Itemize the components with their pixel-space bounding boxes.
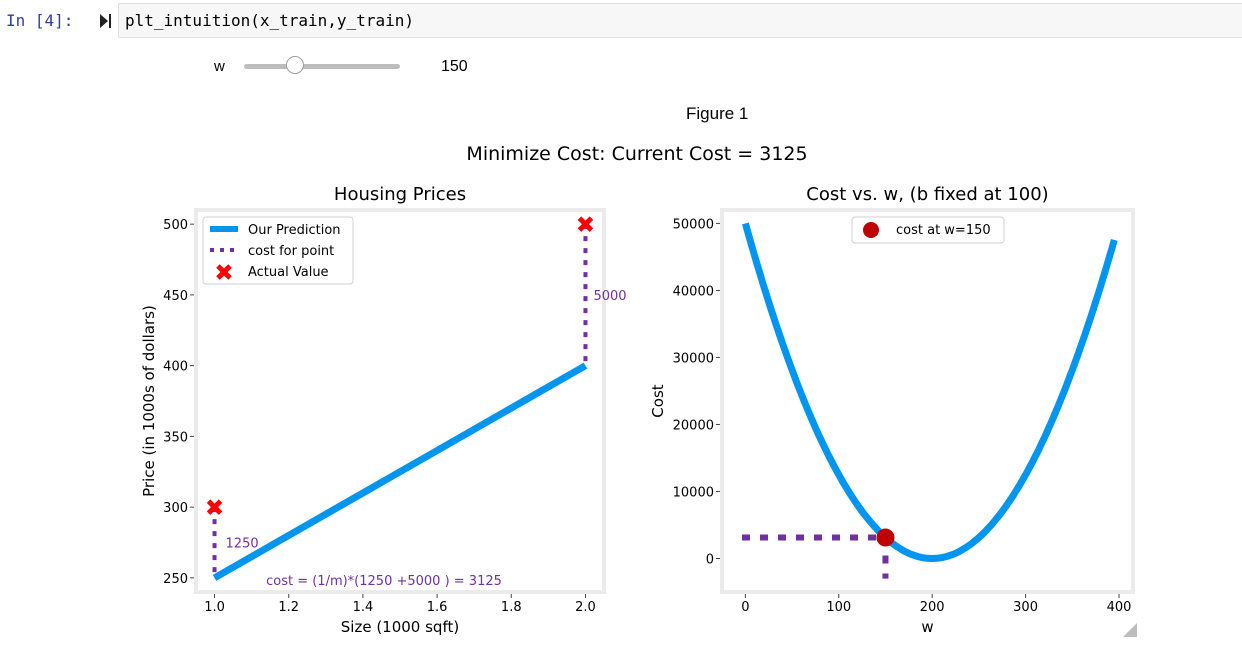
point-cost-label: 5000 — [593, 289, 626, 304]
panel1-ytick-label: 350 — [163, 430, 188, 445]
panel2-ytick-label: 0 — [706, 552, 714, 567]
panel1-ylabel: Price (in 1000s of dollars) — [140, 305, 158, 497]
cost-annotation: cost = (1/m)*(1250 +5000 ) = 3125 — [266, 574, 502, 589]
panel2-ytick-label: 20000 — [673, 418, 714, 433]
panel2-ytick-label: 30000 — [673, 351, 714, 366]
panel1-ytick-label: 500 — [163, 218, 188, 233]
panel1-xtick-label: 1.0 — [204, 600, 225, 615]
panel2-ylabel: Cost — [649, 384, 667, 417]
panel1-xtick-label: 1.8 — [501, 600, 522, 615]
panel1-ytick-label: 300 — [163, 501, 188, 516]
panel1-title: Housing Prices — [334, 184, 466, 205]
figure-suptitle: Minimize Cost: Current Cost = 3125 — [466, 143, 807, 165]
panel2-xlabel: w — [921, 618, 933, 636]
point-cost-label: 1250 — [226, 536, 259, 551]
panel2-xtick-label: 400 — [1107, 600, 1132, 615]
panel1-xtick-label: 1.2 — [278, 600, 299, 615]
panel1-xtick-label: 1.4 — [353, 600, 374, 615]
legend-label: Our Prediction — [248, 223, 341, 238]
current-cost-marker — [876, 528, 895, 547]
legend-label: cost for point — [248, 244, 334, 259]
panel1-xtick-label: 2.0 — [575, 600, 596, 615]
resize-grip-icon — [1123, 623, 1137, 637]
panel2-xtick-label: 100 — [826, 600, 851, 615]
legend-label: cost at w=150 — [896, 223, 991, 238]
panel2-xtick-label: 200 — [920, 600, 945, 615]
legend-label: Actual Value — [248, 265, 329, 280]
panel1-xlabel: Size (1000 sqft) — [341, 618, 459, 636]
legend-swatch-current — [863, 222, 879, 238]
panel1-ytick-label: 250 — [163, 572, 188, 587]
panel2-xtick-label: 0 — [741, 600, 749, 615]
panel2-ytick-label: 50000 — [673, 217, 714, 232]
panel1-ytick-label: 400 — [163, 360, 188, 375]
panel1-ytick-label: 450 — [163, 289, 188, 304]
figure-canvas: Minimize Cost: Current Cost = 3125Housin… — [140, 143, 1137, 637]
panel2-ytick-label: 10000 — [673, 485, 714, 500]
panel2-ytick-label: 40000 — [673, 284, 714, 299]
panel1-xtick-label: 1.6 — [427, 600, 448, 615]
panel2-title: Cost vs. w, (b fixed at 100) — [806, 184, 1048, 205]
panel2-xtick-label: 300 — [1013, 600, 1038, 615]
